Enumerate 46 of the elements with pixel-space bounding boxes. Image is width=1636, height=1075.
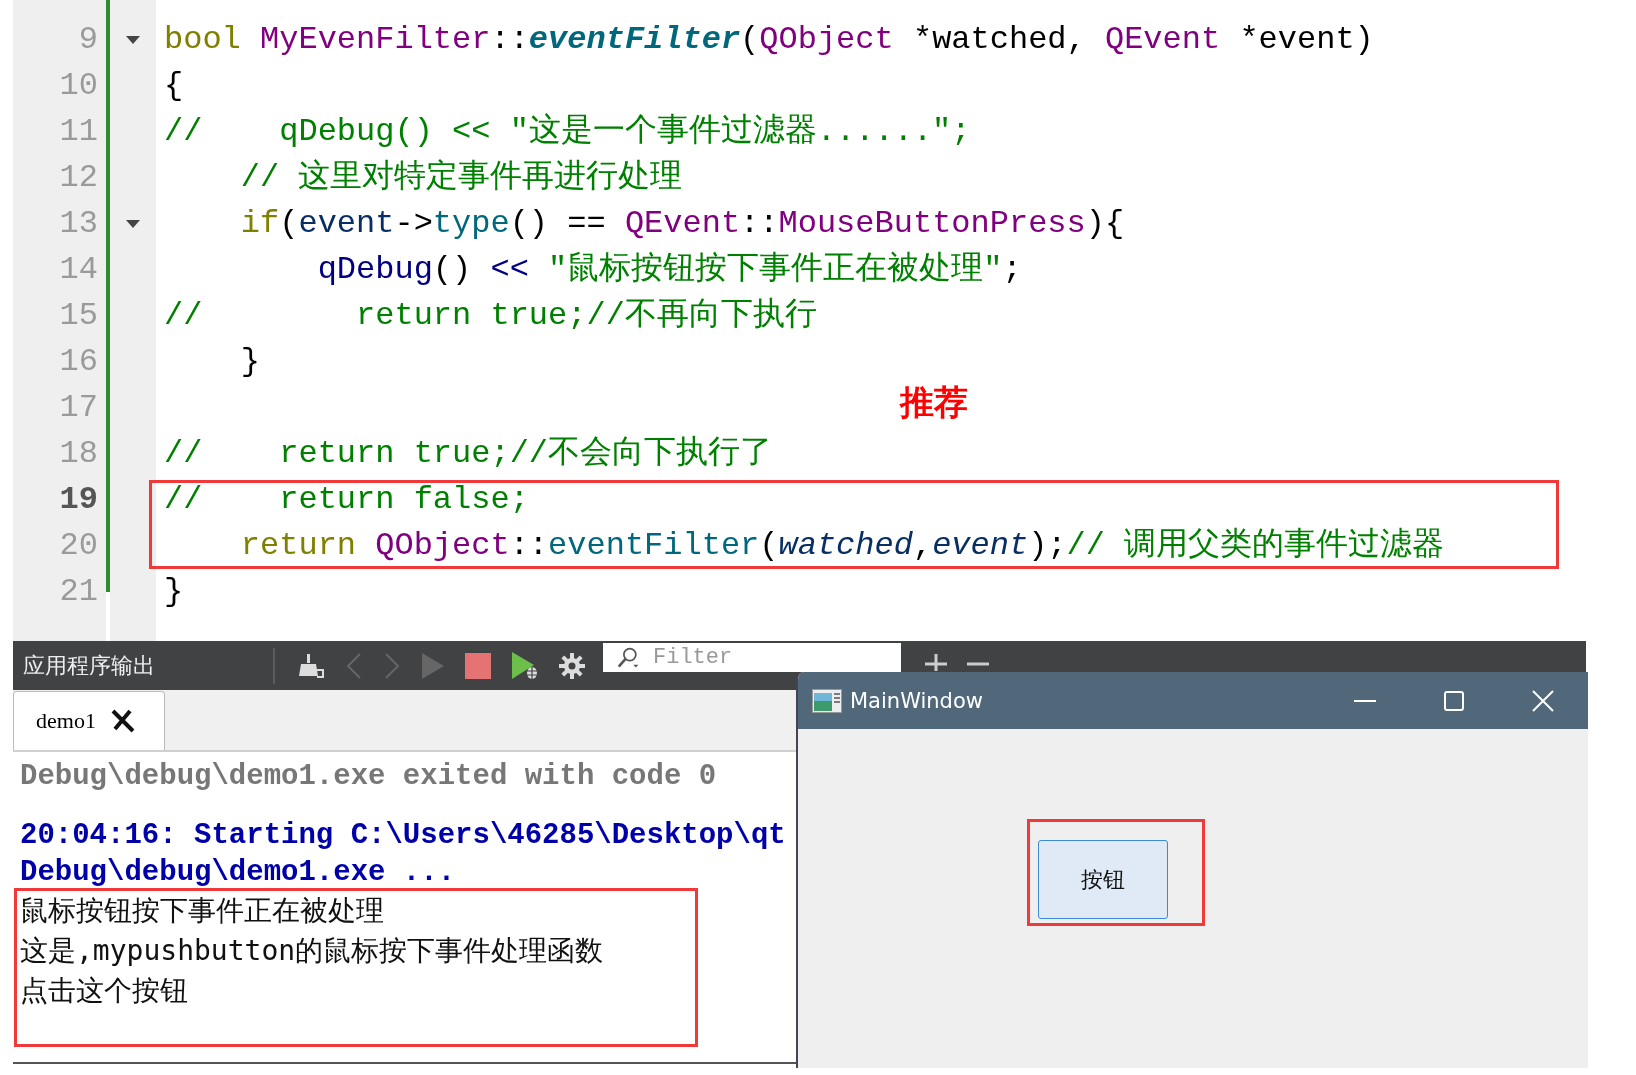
code-line: { bbox=[164, 67, 184, 104]
filter-field[interactable]: Filter bbox=[603, 643, 901, 672]
debug-run-icon[interactable] bbox=[511, 650, 539, 681]
code-line: } bbox=[239, 343, 260, 380]
line-number: 10 bbox=[58, 66, 99, 106]
code-line: qDebug() << "鼠标按钮按下事件正在被处理"; bbox=[316, 251, 1022, 288]
line-number: 17 bbox=[58, 388, 99, 428]
line-number: 11 bbox=[58, 112, 99, 152]
window-title: MainWindow bbox=[850, 688, 983, 713]
line-number: 9 bbox=[77, 20, 99, 60]
minimize-icon[interactable] bbox=[1354, 698, 1376, 703]
maximize-icon[interactable] bbox=[1444, 690, 1464, 711]
plus-icon[interactable] bbox=[925, 654, 947, 671]
code-line: // return true;//不会向下执行了 bbox=[164, 435, 773, 472]
line-number: 13 bbox=[58, 204, 99, 244]
output-line: 20:04:16: Starting C:\Users\46285\Desktop\qt bbox=[20, 818, 787, 854]
line-number: 21 bbox=[58, 572, 99, 612]
output-line: 鼠标按钮按下事件正在被处理 bbox=[20, 893, 385, 929]
line-number: 18 bbox=[58, 434, 99, 474]
fold-arrow-icon[interactable] bbox=[126, 35, 140, 45]
fold-arrow-icon[interactable] bbox=[126, 219, 140, 229]
line-number: 16 bbox=[58, 342, 99, 382]
window-icon bbox=[812, 688, 842, 713]
output-line: 这是,mypushbutton的鼠标按下事件处理函数 bbox=[20, 933, 605, 969]
code-line: if(event->type() == QEvent::MouseButtonPress){ bbox=[239, 205, 1125, 242]
output-line: 点击这个按钮 bbox=[20, 973, 189, 1009]
push-button[interactable]: 按钮 bbox=[1038, 840, 1168, 919]
output-line: Debug\debug\demo1.exe exited with code 0 bbox=[20, 759, 718, 795]
line-number: 19 bbox=[58, 480, 99, 520]
panel-title: 应用程序输出 bbox=[23, 651, 156, 680]
output-tab[interactable]: demo1 bbox=[13, 691, 165, 750]
close-icon[interactable] bbox=[109, 709, 136, 733]
code-line: // return true;//不再向下执行 bbox=[164, 297, 817, 334]
code-line: // 这里对特定事件再进行处理 bbox=[239, 159, 683, 196]
code-line: bool MyEvenFilter::eventFilter(QObject *watched, QEvent *event) bbox=[164, 21, 1374, 58]
stop-icon[interactable] bbox=[465, 652, 491, 679]
annotation-text: 推荐 bbox=[900, 383, 968, 423]
line-number: 15 bbox=[58, 296, 99, 336]
code-line: // qDebug() << "这是一个事件过滤器......"; bbox=[164, 113, 971, 150]
line-number: 12 bbox=[58, 158, 99, 198]
line-number: 20 bbox=[58, 526, 99, 566]
code-line: // return false; bbox=[164, 481, 529, 518]
output-line: Debug\debug\demo1.exe ... bbox=[20, 855, 457, 891]
code-line: return QObject::eventFilter(watched,event);// 调用父类的事件过滤器 bbox=[239, 527, 1445, 564]
code-line: } bbox=[164, 573, 184, 610]
line-number: 14 bbox=[58, 250, 99, 290]
